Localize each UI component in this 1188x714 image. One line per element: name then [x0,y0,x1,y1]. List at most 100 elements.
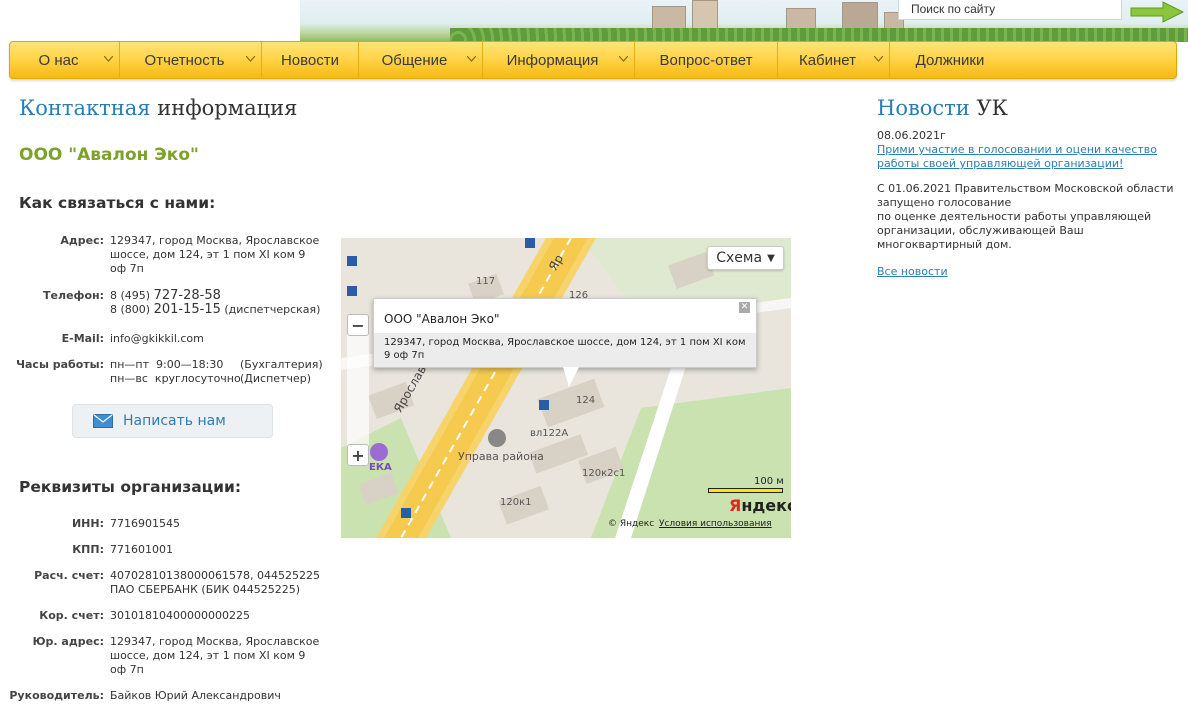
nav-item-information[interactable]: Информация [483,42,635,78]
map-label: 120к1 [500,497,532,508]
news-date: 08.06.2021г [877,129,946,142]
nav-item-label: О нас [38,51,79,69]
phone-prefix: 8 (800) [110,303,154,316]
field-label: Юр. адрес: [32,635,104,648]
field-value: 40702810138000061578, 044525225 ПАО СБЕР… [110,569,322,597]
zoom-out-button[interactable]: − [347,314,369,336]
map-label: ЕКА [369,462,392,473]
nav-item-communication[interactable]: Общение [359,42,483,78]
news-title-rest: УК [969,96,1008,120]
main-nav: О нас Отчетность Новости Общение Информа… [9,41,1177,79]
map-label: вл122А [530,428,569,439]
nav-item-label: Общение [381,51,448,69]
map-type-button[interactable]: Схема ▼ [707,246,784,270]
yandex-logo: Яндекс [729,496,791,515]
chevron-down-icon: ▼ [767,252,775,264]
map-scale-bar [708,488,783,493]
balloon-title: ООО "Авалон Эко" [384,312,500,326]
field-value: 771601001 [110,543,173,556]
field-value: 8 (495) 727-28-58 8 (800) 201-15-15 (дис… [110,289,322,317]
nav-item-about[interactable]: О нас [10,42,120,78]
news-title: Новости УК [877,96,1008,120]
map-copyright: © Яндекс [608,519,655,529]
field-value: 129347, город Москва, Ярославское шоссе,… [110,635,320,676]
page-title-accent: Контактная [19,96,151,120]
bank-line: ПАО СБЕРБАНК (БИК 044525225) [110,583,301,596]
map-label: 124 [576,395,596,406]
close-icon[interactable]: ✕ [739,302,750,313]
news-item-text: С 01.06.2021 Правительством Московской о… [877,182,1182,252]
search-arrow-icon[interactable] [1127,0,1188,24]
field-label: Руководитель: [9,689,104,702]
balloon-tail [563,367,579,387]
map-type-label: Схема [716,250,763,266]
page-title-rest: информация [150,96,298,120]
map-scale-label: 100 м [754,476,784,487]
contact-heading: Как связаться с нами: [19,194,216,212]
field-label: КПП: [72,543,104,556]
news-text-line: по оценке деятельности работы управляюще… [877,210,1152,251]
nav-item-label: Новости [280,51,340,69]
field-value: 129347, город Москва, Ярославское шоссе,… [110,234,320,275]
account-line: 40702810138000061578, 044525225 [110,569,320,582]
news-item-link[interactable]: Прими участие в голосовании и оцени каче… [877,143,1167,171]
field-label: ИНН: [71,517,104,530]
hours-time: круглосуточно [154,372,241,385]
field-label: E-Mail: [61,332,104,345]
banner-trees [450,28,1188,42]
phone-number: 201-15-15 [153,302,221,317]
field-label: Расч. счет: [34,569,104,582]
nav-item-faq[interactable]: Вопрос-ответ [635,42,778,78]
org-name: ООО "Авалон Эко" [19,145,199,165]
hours-days: пн—вс [110,372,148,385]
map-label: 117 [476,276,496,287]
write-us-button[interactable]: Написать нам [72,404,273,438]
field-value: 7716901545 [110,517,180,530]
news-text-line: С 01.06.2021 Правительством Московской о… [877,182,1174,209]
field-label: Кор. счет: [39,609,104,622]
search-input[interactable]: Поиск по сайту [898,0,1122,20]
chevron-down-icon [874,56,883,62]
hours-note: (Бухгалтерия) [240,358,323,371]
balloon-address: 129347, город Москва, Ярославское шоссе,… [374,333,756,367]
all-news-link[interactable]: Все новости [877,265,948,278]
nav-item-debtors[interactable]: Должники [890,42,1010,78]
nav-item-label: Информация [506,51,599,69]
envelope-icon [93,414,113,428]
email-value[interactable]: info@gkikkil.com [110,332,322,346]
phone-prefix: 8 (495) [110,289,154,302]
map-terms-link[interactable]: Условия использования [659,519,772,529]
nav-item-label: Должники [915,51,985,69]
nav-item-cabinet[interactable]: Кабинет [778,42,890,78]
requisites-heading: Реквизиты организации: [19,478,242,496]
field-value: Байков Юрий Александрович [110,689,281,702]
map-label: Управа района [458,450,544,463]
hours-time: 9:00—18:30 [155,358,224,371]
chevron-down-icon [104,56,113,62]
phone-number: 727-28-58 [153,288,221,303]
hours-note: (Диспетчер) [240,372,311,385]
zoom-slider[interactable]: − + [347,314,369,466]
phone-note: (диспетчерская) [220,303,321,316]
field-label: Телефон: [43,289,104,302]
chevron-down-icon [467,56,476,62]
field-label: Адрес: [60,234,104,247]
nav-item-label: Кабинет [798,51,857,69]
nav-item-news[interactable]: Новости [262,42,359,78]
field-value: пн—пт 9:00—18:30 (Бухгалтерия) пн—вс круг… [110,358,340,386]
yandex-map[interactable]: 117 126 124 вл122А Управа района 120к2с1… [341,238,791,538]
chevron-down-icon [619,56,628,62]
field-value: 30101810400000000225 [110,609,250,622]
hours-days: пн—пт [110,358,149,371]
nav-item-label: Отчетность [144,51,225,69]
page-title: Контактная информация [19,96,297,120]
field-label: Часы работы: [16,358,104,371]
zoom-in-button[interactable]: + [347,444,369,466]
map-label: 120к2с1 [582,468,626,479]
nav-item-reports[interactable]: Отчетность [120,42,262,78]
news-title-accent: Новости [877,96,970,120]
nav-item-label: Вопрос-ответ [659,51,753,69]
map-balloon: ✕ ООО "Авалон Эко" 129347, город Москва,… [373,298,757,368]
chevron-down-icon [246,56,255,62]
write-us-label: Написать нам [123,413,226,429]
